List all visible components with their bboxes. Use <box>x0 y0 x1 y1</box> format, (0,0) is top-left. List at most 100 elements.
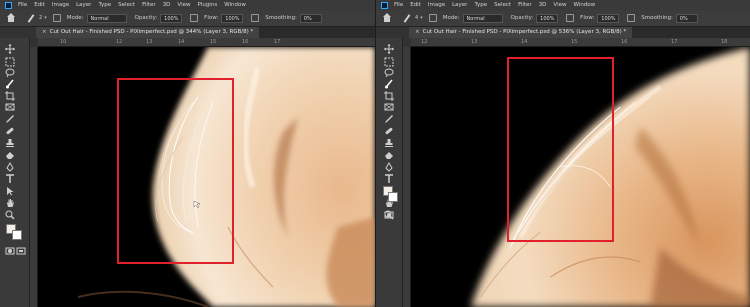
menu-window[interactable]: Window <box>224 2 246 8</box>
path-selection-icon[interactable] <box>5 186 15 196</box>
flow-field[interactable]: 100% <box>597 13 620 23</box>
menu-filter[interactable]: Filter <box>518 2 532 8</box>
eraser-tool-icon[interactable] <box>384 150 394 160</box>
brush-tool-icon[interactable] <box>5 79 15 89</box>
menu-3d[interactable]: 3D <box>163 2 171 8</box>
menu-type[interactable]: Type <box>474 2 487 8</box>
smoothing-field[interactable]: 0% <box>299 13 322 23</box>
close-tab-icon[interactable]: × <box>415 29 420 35</box>
menu-file[interactable]: File <box>394 2 403 8</box>
opacity-field[interactable]: 100% <box>536 13 559 23</box>
opacity-field[interactable]: 100% <box>160 13 183 23</box>
marquee-tool-icon[interactable] <box>384 57 394 67</box>
healing-brush-icon[interactable] <box>384 126 394 136</box>
eraser-tool-icon[interactable] <box>5 150 15 160</box>
ruler-tick-label: 17 <box>274 39 281 45</box>
eyedropper-tool-icon[interactable] <box>384 114 394 124</box>
menu-type[interactable]: Type <box>98 2 111 8</box>
document-tab-bar: × Cut Out Hair - Finished PSD - PiXimperf… <box>409 27 750 38</box>
crop-tool-icon[interactable] <box>5 91 15 101</box>
document-tab-bar: × Cut Out Hair - Finished PSD - PiXimperf… <box>36 27 375 38</box>
airbrush-icon[interactable] <box>627 14 636 22</box>
brush-size[interactable]: 4 <box>415 15 418 21</box>
blend-mode-value: Normal <box>466 15 485 22</box>
brush-tool-icon[interactable] <box>26 14 35 23</box>
menu-image[interactable]: Image <box>428 2 445 8</box>
menu-edit[interactable]: Edit <box>410 2 421 8</box>
highlight-box <box>117 78 234 264</box>
home-icon[interactable] <box>6 13 16 23</box>
clone-stamp-icon[interactable] <box>5 138 15 148</box>
menu-select[interactable]: Select <box>494 2 511 8</box>
airbrush-icon[interactable] <box>251 14 260 22</box>
frame-tool-icon[interactable] <box>384 102 394 112</box>
menu-edit[interactable]: Edit <box>34 2 45 8</box>
opacity-label: Opacity: <box>134 15 158 21</box>
flow-label: Flow: <box>580 15 595 21</box>
background-color-swatch[interactable] <box>12 230 22 240</box>
ruler-tick-label: 12 <box>421 39 428 45</box>
brush-preset-chevron-icon[interactable]: ▾ <box>44 15 47 21</box>
flow-field[interactable]: 100% <box>221 13 244 23</box>
menu-plugins[interactable]: Plugins <box>197 2 217 8</box>
move-tool-icon[interactable] <box>384 44 394 54</box>
brush-tool-icon[interactable] <box>384 79 394 89</box>
home-icon[interactable] <box>382 13 392 23</box>
zoom-tool-icon[interactable] <box>5 210 15 220</box>
menu-window[interactable]: Window <box>573 2 595 8</box>
background-color-swatch[interactable] <box>388 192 398 202</box>
menu-layer[interactable]: Layer <box>452 2 467 8</box>
hand-tool-icon[interactable] <box>5 198 15 208</box>
ruler-tick-label: 14 <box>521 39 528 45</box>
type-tool-icon[interactable] <box>5 174 15 184</box>
move-tool-icon[interactable] <box>5 44 15 54</box>
crop-tool-icon[interactable] <box>384 91 394 101</box>
blend-mode-select[interactable]: Normal <box>462 13 503 23</box>
ruler-tick-label: 15 <box>210 39 217 45</box>
menu-view[interactable]: View <box>177 2 190 8</box>
screen-mode-icon[interactable] <box>16 246 26 256</box>
brush-settings-icon[interactable] <box>428 14 437 22</box>
pen-tool-icon[interactable] <box>384 162 394 172</box>
smoothing-label: Smoothing: <box>265 15 297 21</box>
highlight-box <box>507 57 614 242</box>
close-tab-icon[interactable]: × <box>42 29 47 35</box>
tools-panel <box>0 38 30 307</box>
menu-filter[interactable]: Filter <box>142 2 156 8</box>
marquee-tool-icon[interactable] <box>5 57 15 67</box>
menu-file[interactable]: File <box>18 2 27 8</box>
lasso-tool-icon[interactable] <box>5 68 15 78</box>
clone-stamp-icon[interactable] <box>384 138 394 148</box>
document-tab[interactable]: × Cut Out Hair - Finished PSD - PiXimperf… <box>36 27 260 38</box>
quick-mask-icon[interactable] <box>384 210 394 220</box>
frame-tool-icon[interactable] <box>5 102 15 112</box>
brush-preset-chevron-icon[interactable]: ▾ <box>420 15 423 21</box>
document-tab[interactable]: × Cut Out Hair - Finished PSD - PiXimperf… <box>409 27 633 38</box>
blend-mode-select[interactable]: Normal <box>86 13 127 23</box>
pressure-opacity-icon[interactable] <box>190 14 199 22</box>
ruler-tick-label: 16 <box>242 39 249 45</box>
menu-select[interactable]: Select <box>118 2 135 8</box>
brush-settings-icon[interactable] <box>52 14 61 22</box>
menu-layer[interactable]: Layer <box>76 2 91 8</box>
menu-bar: File Edit Image Layer Type Select Filter… <box>376 0 750 10</box>
smoothing-value: 0% <box>303 15 312 22</box>
brush-tool-icon[interactable] <box>402 14 411 23</box>
vertical-ruler <box>403 47 411 307</box>
menu-3d[interactable]: 3D <box>539 2 547 8</box>
pen-tool-icon[interactable] <box>5 162 15 172</box>
blend-mode-value: Normal <box>90 15 109 22</box>
photoshop-window-right: File Edit Image Layer Type Select Filter… <box>375 0 750 307</box>
healing-brush-icon[interactable] <box>5 126 15 136</box>
type-tool-icon[interactable] <box>384 174 394 184</box>
pressure-opacity-icon[interactable] <box>566 14 575 22</box>
lasso-tool-icon[interactable] <box>384 68 394 78</box>
menu-image[interactable]: Image <box>52 2 69 8</box>
ruler-tick-label: 14 <box>178 39 185 45</box>
eyedropper-tool-icon[interactable] <box>5 114 15 124</box>
quick-mask-icon[interactable] <box>5 246 15 256</box>
flow-value: 100% <box>225 15 240 22</box>
menu-view[interactable]: View <box>553 2 566 8</box>
smoothing-field[interactable]: 0% <box>675 13 698 23</box>
brush-size[interactable]: 2 <box>39 15 42 21</box>
